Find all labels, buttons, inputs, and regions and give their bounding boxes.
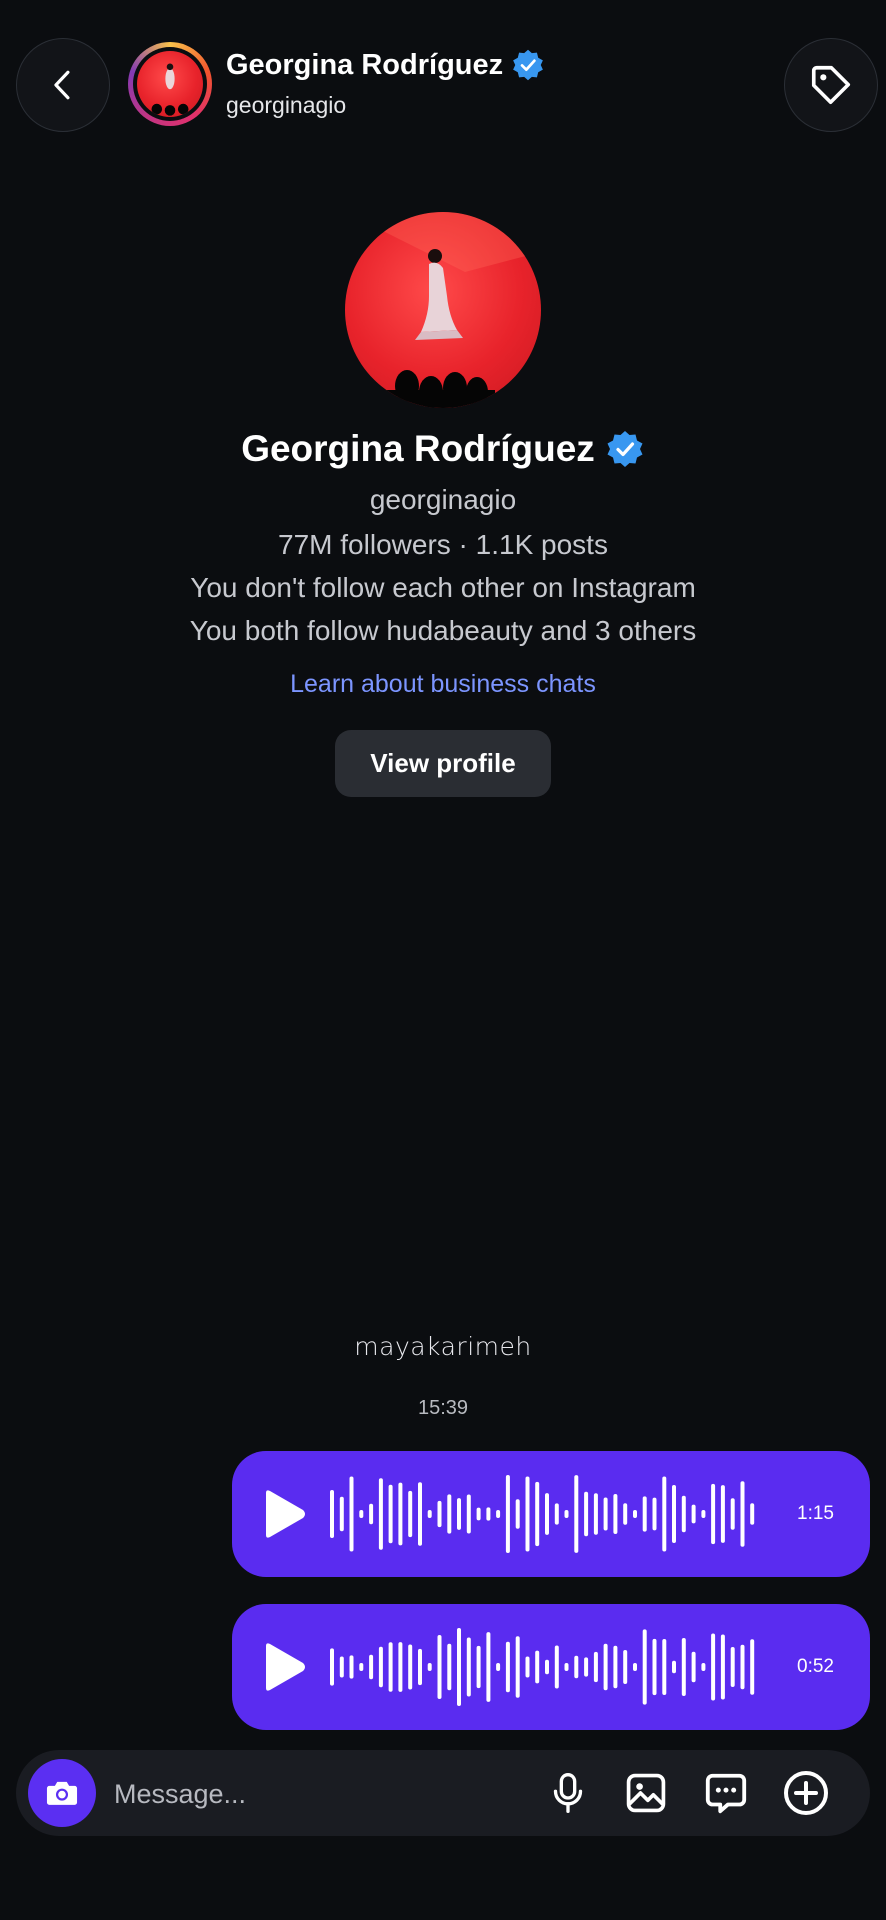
camera-button[interactable] [28, 1759, 96, 1827]
voice-message[interactable]: 0:52 [232, 1604, 870, 1730]
profile-name-row: Georgina Rodríguez [0, 428, 886, 470]
sticker-chat-button[interactable] [700, 1767, 752, 1819]
avatar-photo [137, 51, 203, 117]
microphone-icon [553, 1773, 583, 1813]
camera-icon [46, 1781, 78, 1805]
sticker-chat-icon [705, 1773, 747, 1814]
header-name: Georgina Rodríguez [226, 48, 504, 81]
voice-message[interactable]: 1:15 [232, 1451, 870, 1577]
voice-duration: 1:15 [797, 1503, 834, 1524]
verified-badge-icon [607, 431, 643, 467]
mutual-followers: You both follow hudabeauty and 3 others [189, 615, 697, 646]
tag-icon [811, 65, 851, 105]
business-chats-link[interactable]: Learn about business chats [0, 670, 886, 699]
header-username: georginagio [226, 92, 347, 118]
gallery-button[interactable] [620, 1767, 672, 1819]
profile-avatar[interactable] [345, 212, 541, 408]
voice-duration: 0:52 [797, 1656, 834, 1677]
view-profile-button[interactable]: View profile [335, 730, 551, 797]
header-title[interactable]: Georgina Rodríguez [226, 48, 545, 82]
message-composer [16, 1750, 870, 1836]
tag-button[interactable] [784, 38, 878, 132]
microphone-button[interactable] [542, 1767, 594, 1819]
waveform[interactable] [326, 1604, 756, 1730]
play-icon[interactable] [260, 1489, 306, 1539]
profile-stats: 77M followers · 1.1K posts [278, 529, 608, 560]
gallery-icon [626, 1773, 666, 1813]
profile-username: georginagio [369, 484, 517, 515]
header-avatar[interactable] [128, 42, 212, 126]
overlay-username-text: mayakarimeh [354, 1332, 532, 1361]
back-button[interactable] [16, 38, 110, 132]
waveform[interactable] [326, 1451, 756, 1577]
message-input[interactable] [112, 1770, 416, 1818]
play-icon[interactable] [260, 1642, 306, 1692]
message-timestamp: 15:39 [417, 1397, 469, 1419]
add-button[interactable] [780, 1767, 832, 1819]
follow-status: You don't follow each other on Instagram [190, 572, 696, 603]
profile-name: Georgina Rodríguez [241, 428, 595, 469]
verified-badge-icon [513, 49, 544, 81]
back-chevron-icon [54, 70, 70, 100]
plus-circle-icon [784, 1771, 828, 1815]
